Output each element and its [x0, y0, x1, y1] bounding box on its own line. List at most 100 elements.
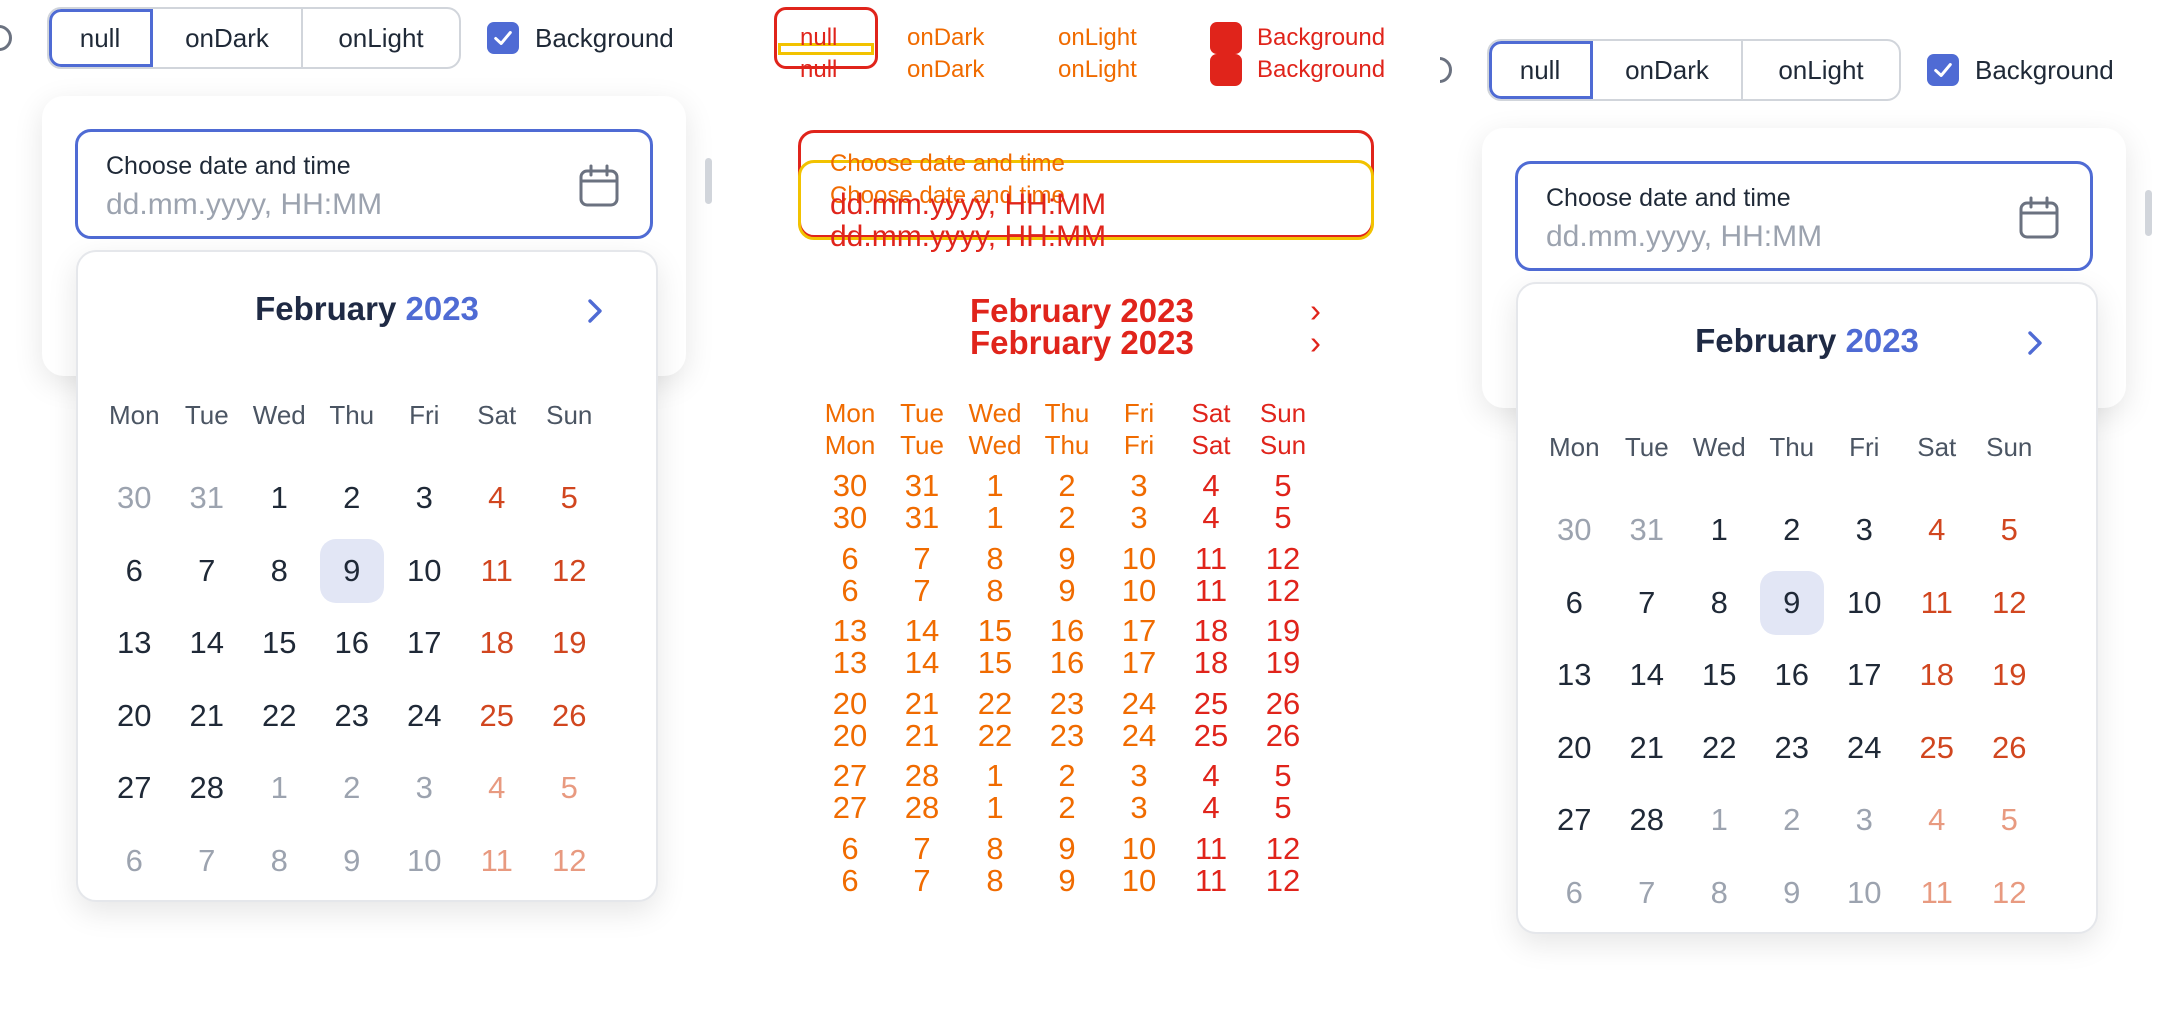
calendar-day[interactable]: 24: [388, 680, 461, 753]
calendar-day[interactable]: 2: [316, 752, 389, 825]
calendar-day[interactable]: 15: [1683, 639, 1756, 712]
calendar-day[interactable]: 30: [98, 462, 171, 535]
segment-ondark[interactable]: onDark: [1593, 41, 1743, 99]
calendar-day[interactable]: 25: [461, 680, 534, 753]
calendar-day[interactable]: 4: [461, 462, 534, 535]
calendar-day[interactable]: 5: [1973, 494, 2046, 567]
calendar-day[interactable]: 10: [1828, 567, 1901, 640]
calendar-day[interactable]: 12: [1973, 857, 2046, 930]
checkbox-checked-icon[interactable]: [487, 22, 519, 54]
calendar-day[interactable]: 8: [1683, 567, 1756, 640]
datetime-placeholder[interactable]: dd.mm.yyyy, HH:MM: [1546, 220, 1822, 254]
calendar-day[interactable]: 8: [1683, 857, 1756, 930]
calendar-day[interactable]: 12: [1973, 567, 2046, 640]
datetime-input[interactable]: Choose date and time dd.mm.yyyy, HH:MM: [75, 129, 653, 239]
calendar-day[interactable]: 8: [243, 535, 316, 608]
calendar-day[interactable]: 8: [243, 825, 316, 898]
calendar-day[interactable]: 26: [1973, 712, 2046, 785]
calendar-day[interactable]: 2: [1756, 494, 1829, 567]
background-toggle[interactable]: Background: [1927, 54, 2114, 86]
background-toggle[interactable]: Background: [487, 22, 674, 54]
calendar-day[interactable]: 22: [243, 680, 316, 753]
chevron-right-icon[interactable]: [584, 298, 606, 324]
calendar-day[interactable]: 6: [1538, 857, 1611, 930]
segment-null[interactable]: null: [49, 9, 153, 67]
calendar-day[interactable]: 26: [533, 680, 606, 753]
calendar-day[interactable]: 4: [1901, 784, 1974, 857]
calendar-day[interactable]: 14: [171, 607, 244, 680]
calendar-day[interactable]: 21: [1611, 712, 1684, 785]
calendar-day[interactable]: 3: [1828, 494, 1901, 567]
calendar-day[interactable]: 10: [388, 825, 461, 898]
calendar-day[interactable]: 3: [1828, 784, 1901, 857]
calendar-day[interactable]: 13: [98, 607, 171, 680]
calendar-day[interactable]: 2: [316, 462, 389, 535]
calendar-day[interactable]: 3: [388, 462, 461, 535]
calendar-day[interactable]: 17: [388, 607, 461, 680]
calendar-day[interactable]: 6: [98, 535, 171, 608]
calendar-day[interactable]: 28: [171, 752, 244, 825]
calendar-day[interactable]: 7: [1611, 857, 1684, 930]
calendar-day[interactable]: 11: [461, 535, 534, 608]
calendar-day[interactable]: 4: [1901, 494, 1974, 567]
calendar-day[interactable]: 14: [1611, 639, 1684, 712]
calendar-icon[interactable]: [2018, 196, 2060, 240]
calendar-day[interactable]: 10: [1828, 857, 1901, 930]
calendar-day[interactable]: 7: [171, 825, 244, 898]
calendar-day[interactable]: 9: [1756, 857, 1829, 930]
calendar-day[interactable]: 15: [243, 607, 316, 680]
calendar-day[interactable]: 1: [243, 462, 316, 535]
scrollbar-thumb[interactable]: [705, 158, 712, 204]
calendar-day[interactable]: 16: [316, 607, 389, 680]
year-label[interactable]: 2023: [1845, 322, 1918, 359]
calendar-day[interactable]: 19: [1973, 639, 2046, 712]
calendar-day[interactable]: 11: [461, 825, 534, 898]
calendar-day[interactable]: 18: [1901, 639, 1974, 712]
calendar-day[interactable]: 23: [316, 680, 389, 753]
calendar-day[interactable]: 31: [171, 462, 244, 535]
calendar-day[interactable]: 17: [1828, 639, 1901, 712]
calendar-day[interactable]: 20: [98, 680, 171, 753]
calendar-day[interactable]: 6: [98, 825, 171, 898]
calendar-day[interactable]: 9: [1756, 567, 1829, 640]
calendar-day[interactable]: 1: [1683, 784, 1756, 857]
calendar-icon[interactable]: [578, 164, 620, 208]
segment-ondark[interactable]: onDark: [153, 9, 303, 67]
calendar-day[interactable]: 23: [1756, 712, 1829, 785]
calendar-day[interactable]: 9: [316, 535, 389, 608]
calendar-day[interactable]: 18: [461, 607, 534, 680]
calendar-day[interactable]: 2: [1756, 784, 1829, 857]
calendar-day[interactable]: 7: [171, 535, 244, 608]
year-label[interactable]: 2023: [405, 290, 478, 327]
checkbox-checked-icon[interactable]: [1927, 54, 1959, 86]
calendar-day[interactable]: 7: [1611, 567, 1684, 640]
calendar-day[interactable]: 6: [1538, 567, 1611, 640]
calendar-day[interactable]: 13: [1538, 639, 1611, 712]
calendar-day[interactable]: 1: [1683, 494, 1756, 567]
calendar-day[interactable]: 1: [243, 752, 316, 825]
calendar-day[interactable]: 12: [533, 535, 606, 608]
calendar-day[interactable]: 27: [1538, 784, 1611, 857]
calendar-day[interactable]: 11: [1901, 857, 1974, 930]
calendar-day[interactable]: 31: [1611, 494, 1684, 567]
calendar-day[interactable]: 9: [316, 825, 389, 898]
calendar-day[interactable]: 24: [1828, 712, 1901, 785]
calendar-day[interactable]: 10: [388, 535, 461, 608]
calendar-day[interactable]: 5: [1973, 784, 2046, 857]
segment-onlight[interactable]: onLight: [1743, 41, 1899, 99]
calendar-day[interactable]: 28: [1611, 784, 1684, 857]
calendar-day[interactable]: 11: [1901, 567, 1974, 640]
calendar-day[interactable]: 5: [533, 752, 606, 825]
calendar-day[interactable]: 22: [1683, 712, 1756, 785]
calendar-day[interactable]: 4: [461, 752, 534, 825]
calendar-day[interactable]: 20: [1538, 712, 1611, 785]
calendar-day[interactable]: 16: [1756, 639, 1829, 712]
calendar-day[interactable]: 30: [1538, 494, 1611, 567]
datetime-placeholder[interactable]: dd.mm.yyyy, HH:MM: [106, 188, 382, 222]
calendar-day[interactable]: 25: [1901, 712, 1974, 785]
chevron-right-icon[interactable]: [2024, 330, 2046, 356]
datetime-input[interactable]: Choose date and time dd.mm.yyyy, HH:MM: [1515, 161, 2093, 271]
calendar-day[interactable]: 3: [388, 752, 461, 825]
scrollbar-thumb[interactable]: [2145, 190, 2152, 236]
calendar-day[interactable]: 27: [98, 752, 171, 825]
